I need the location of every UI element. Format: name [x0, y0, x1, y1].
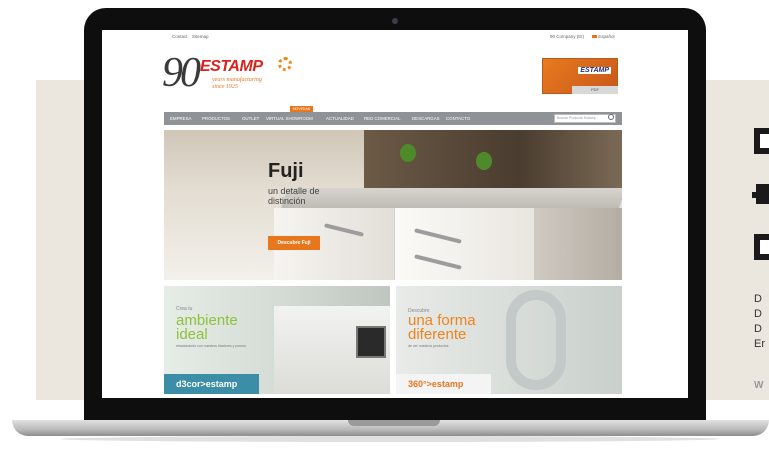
logo-tagline: years manufacturing since 1925: [212, 77, 262, 90]
catalog-pdf-button[interactable]: PDF: [572, 86, 618, 94]
flyer-line: D: [754, 308, 762, 320]
hero-subtitle: un detalle de distinción: [268, 186, 320, 206]
logo-number: 90: [162, 50, 201, 96]
qr-code: [748, 128, 769, 268]
oven-image: [356, 326, 386, 358]
contact-link[interactable]: Contact: [172, 34, 188, 39]
sitemap-link[interactable]: Sitemap: [192, 34, 209, 39]
nav-item-outlet[interactable]: OUTLET: [242, 116, 259, 121]
promo-brand: d3cor>estamp: [164, 374, 259, 394]
flyer-web: W: [754, 380, 765, 391]
hero-cta-button[interactable]: Descubre Fuji: [268, 236, 320, 250]
website-screen: Contact Sitemap 90 Company (EI) Español …: [102, 30, 688, 398]
nav-item-empresa[interactable]: EMPRESA: [170, 116, 191, 121]
hero-title: Fuji: [268, 160, 304, 182]
flyer-line: Er: [754, 338, 765, 350]
flag-icon: [592, 35, 597, 39]
camera-icon: [392, 18, 398, 24]
logo-brand[interactable]: ESTAMP: [200, 58, 263, 76]
cabinet: [534, 208, 622, 280]
hook-image: [506, 290, 566, 390]
catalog-brand: ESTAMP: [578, 67, 611, 74]
utility-bar: Contact Sitemap 90 Company (EI) Español: [102, 30, 688, 42]
promo-card-360[interactable]: Descubre una forma diferente de ver nues…: [396, 286, 622, 394]
hero-banner[interactable]: Fuji un detalle de distinción Descubre F…: [164, 130, 622, 280]
promo-caption: de ver nuestros productos: [408, 344, 449, 348]
nav-item-contacto[interactable]: CONTACTO: [446, 116, 470, 121]
promo-title-line2: ideal: [176, 326, 208, 343]
search-input[interactable]: Buscar Producto Estamp: [554, 114, 616, 123]
laptop-shadow: [60, 436, 720, 442]
flyer-line: D: [754, 323, 762, 335]
flyer-line: D: [754, 293, 762, 305]
language-label: Español: [598, 34, 615, 39]
promo-caption: relacionando con nuestros tiradores y po…: [176, 344, 246, 348]
promo-title-line2: diferente: [408, 326, 467, 343]
promo-brand: 360°>estamp: [396, 374, 491, 394]
laptop-notch: [348, 420, 440, 426]
plant-image: [400, 144, 416, 162]
search-icon[interactable]: [608, 114, 614, 120]
nav-item-red-comercial[interactable]: RED COMERCIAL: [364, 116, 401, 121]
nav-item-showroom[interactable]: VIRTUAL SHOWROOM: [266, 116, 313, 121]
company-link[interactable]: 90 Company (EI): [550, 34, 584, 39]
cabinet: [394, 208, 534, 280]
language-selector[interactable]: Español: [592, 34, 615, 39]
flyer-text: D D D Er: [754, 292, 765, 352]
nav-item-productos[interactable]: PRODUCTOS: [202, 116, 230, 121]
promo-card-decor[interactable]: Crea tu ambiente ideal relacionando con …: [164, 286, 390, 394]
plant-image: [476, 152, 492, 170]
nav-item-descargas[interactable]: DESCARGAS: [412, 116, 440, 121]
nav-item-actualidad[interactable]: ACTUALIDAD: [326, 116, 354, 121]
gear-icon: [278, 57, 292, 71]
